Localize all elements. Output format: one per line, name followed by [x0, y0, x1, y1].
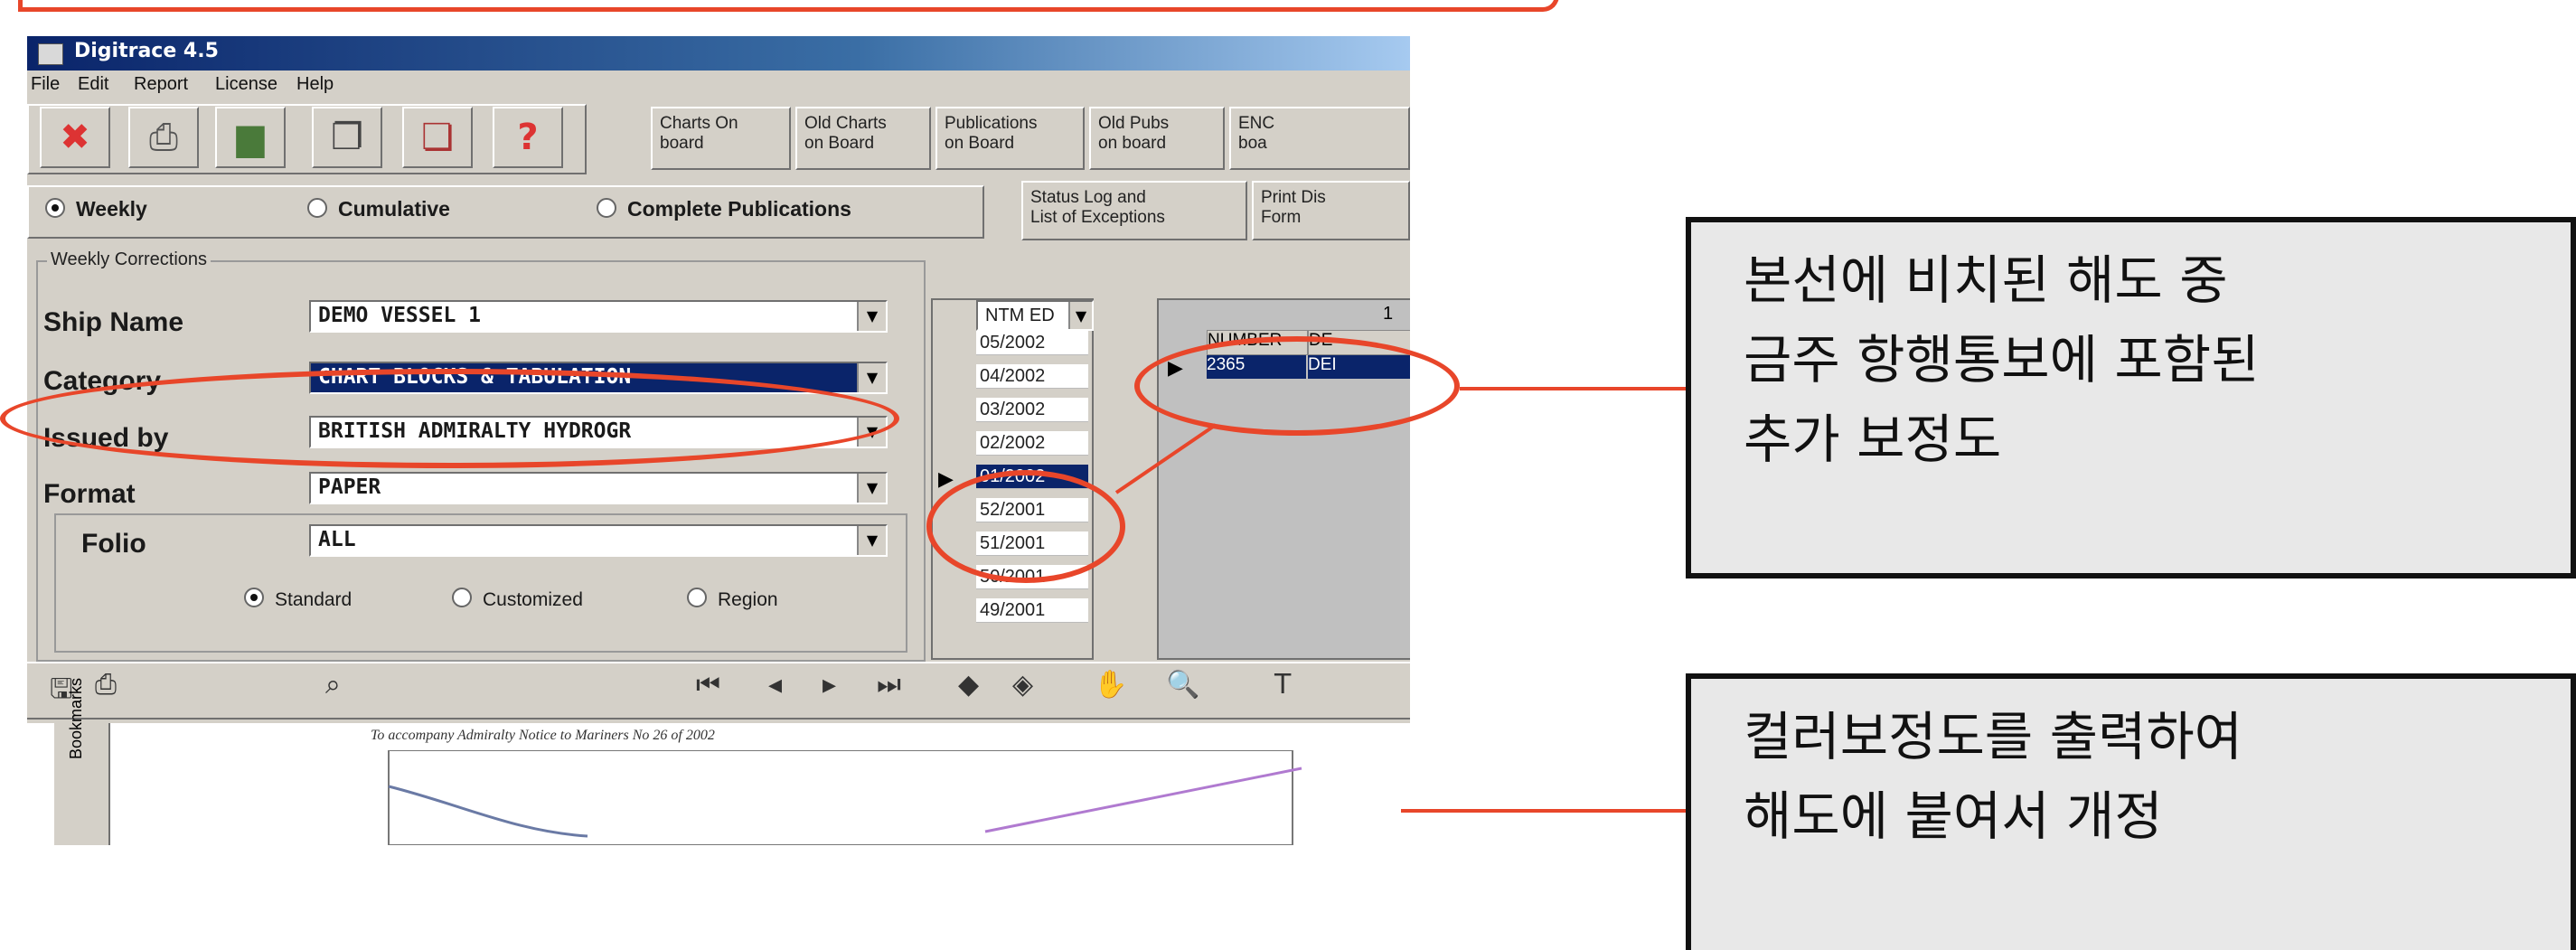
- callout-additional-charts: 본선에 비치된 해도 중 금주 항행통보에 포함된 추가 보정도: [1686, 217, 2576, 578]
- callout-color-correction: 컬러보정도를 출력하여 해도에 붙여서 개정: [1686, 673, 2576, 950]
- callout2-line1: 컬러보정도를 출력하여: [1744, 706, 2243, 767]
- callout2-line2: 해도에 붙여서 개정: [1744, 785, 2163, 847]
- callout1-line3: 추가 보정도: [1744, 409, 2002, 470]
- callout1-line2: 금주 항행통보에 포함된: [1744, 329, 2260, 390]
- callout1-line1: 본선에 비치된 해도 중: [1744, 249, 2228, 311]
